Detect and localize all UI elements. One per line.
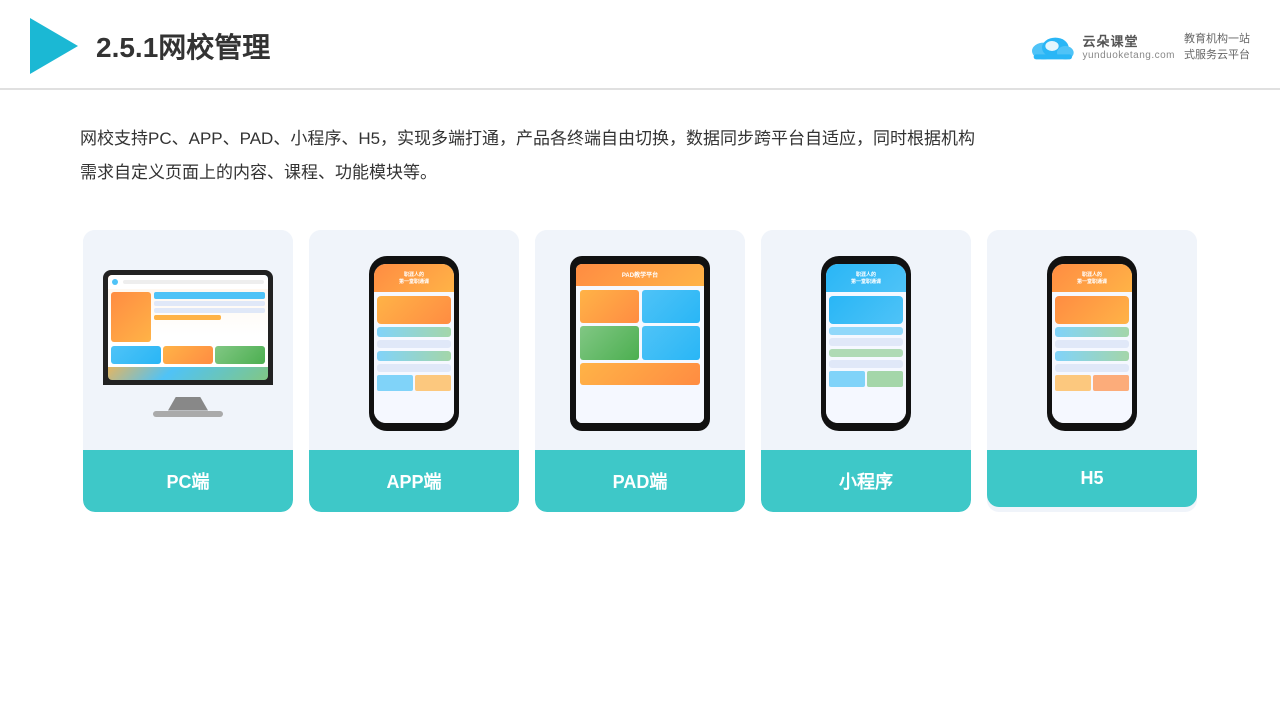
brand-text: 云朵课堂 yunduoketang.com [1082, 31, 1175, 61]
card-app-image: 职涯人的第一堂职通课 [309, 230, 519, 450]
card-pc-label: PC端 [83, 450, 293, 512]
card-miniapp-image: 职涯人的第一堂职通课 [761, 230, 971, 450]
card-miniapp: 职涯人的第一堂职通课 小程序 [761, 230, 971, 512]
card-pad: PAD教学平台 PAD端 [535, 230, 745, 512]
card-miniapp-label: 小程序 [761, 450, 971, 512]
tablet-screen: PAD教学平台 [576, 264, 704, 423]
card-app: 职涯人的第一堂职通课 APP端 [309, 230, 519, 512]
phone-mockup-h5: 职涯人的第一堂职通课 [1047, 256, 1137, 431]
logo-icon [30, 18, 78, 74]
card-pc: PC端 [83, 230, 293, 512]
phone-mockup-miniapp: 职涯人的第一堂职通课 [821, 256, 911, 431]
card-pad-image: PAD教学平台 [535, 230, 745, 450]
brand-section: 云朵课堂 yunduoketang.com 教育机构一站 式服务云平台 [1027, 30, 1250, 62]
phone-screen-app: 职涯人的第一堂职通课 [374, 264, 454, 423]
description-paragraph: 网校支持PC、APP、PAD、小程序、H5，实现多端打通，产品各终端自由切换，数… [80, 122, 1200, 190]
brand-row: 云朵课堂 yunduoketang.com 教育机构一站 式服务云平台 [1027, 30, 1250, 62]
card-app-label: APP端 [309, 450, 519, 512]
card-h5-image: 职涯人的第一堂职通课 [987, 230, 1197, 450]
phone-mockup-app: 职涯人的第一堂职通课 [369, 256, 459, 431]
brand-tagline: 教育机构一站 式服务云平台 [1184, 30, 1250, 62]
cards-container: PC端 职涯人的第一堂职通课 [0, 200, 1280, 542]
phone-notch-h5 [1078, 256, 1106, 262]
phone-notch-mini [852, 256, 880, 262]
brand-tagline2: 式服务云平台 [1184, 46, 1250, 62]
header-left: 2.5.1网校管理 [30, 18, 270, 74]
card-pad-label: PAD端 [535, 450, 745, 512]
tablet-mockup: PAD教学平台 [570, 256, 710, 431]
card-pc-image [83, 230, 293, 450]
card-h5-label: H5 [987, 450, 1197, 507]
brand-url: yunduoketang.com [1082, 50, 1175, 61]
brand-tagline1: 教育机构一站 [1184, 30, 1250, 46]
monitor-outer [103, 270, 273, 385]
phone-screen-mini: 职涯人的第一堂职通课 [826, 264, 906, 423]
phone-screen-h5: 职涯人的第一堂职通课 [1052, 264, 1132, 423]
card-h5: 职涯人的第一堂职通课 H5 [987, 230, 1197, 512]
description-text: 网校支持PC、APP、PAD、小程序、H5，实现多端打通，产品各终端自由切换，数… [0, 90, 1280, 200]
cloud-logo-icon [1027, 31, 1077, 61]
header: 2.5.1网校管理 云朵课堂 yunduoketang.com 教育机构一站 式… [0, 0, 1280, 90]
pc-mockup [103, 270, 273, 417]
monitor-screen [108, 275, 268, 380]
brand-name: 云朵课堂 [1082, 31, 1175, 50]
phone-notch [400, 256, 428, 262]
page-title: 2.5.1网校管理 [96, 26, 270, 66]
